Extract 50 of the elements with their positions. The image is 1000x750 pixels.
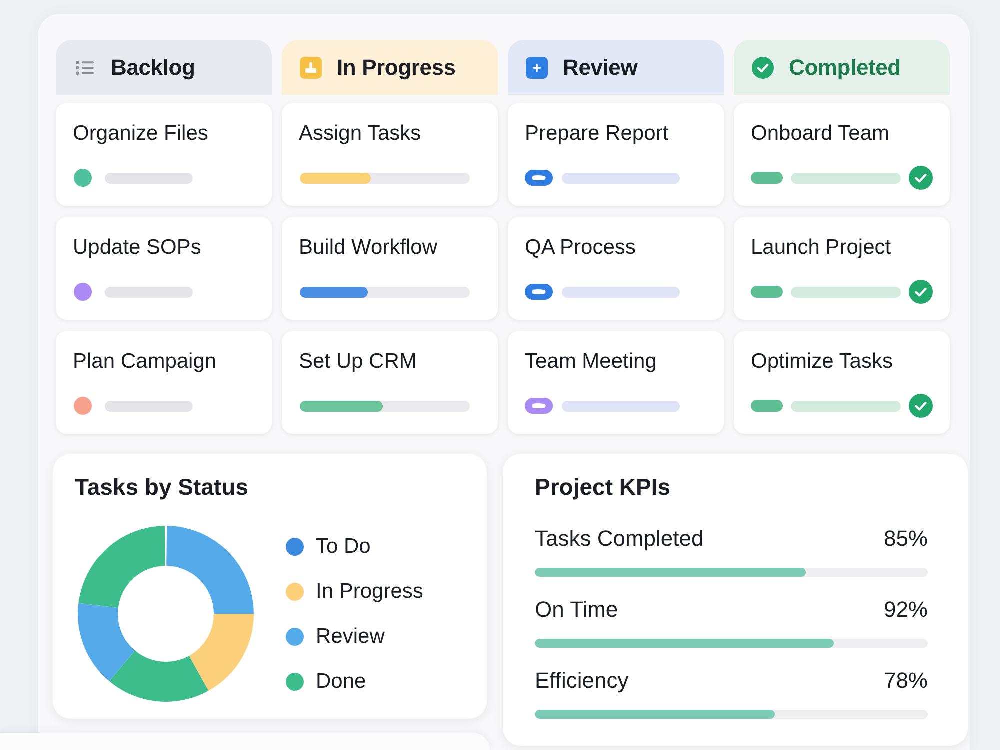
kpi-label: On Time [535, 597, 618, 623]
task-card[interactable]: Prepare Report [508, 103, 724, 206]
kpi-value: 78% [884, 668, 928, 694]
check-circle-icon [909, 394, 933, 418]
column-title: Review [563, 54, 638, 80]
card-title: Assign Tasks [299, 122, 422, 146]
column-title: Backlog [111, 54, 196, 80]
column-title: In Progress [337, 54, 456, 80]
card-title: Launch Project [751, 236, 892, 260]
card-title: Build Workflow [299, 236, 438, 260]
list-icon [76, 60, 94, 74]
card-title: QA Process [525, 236, 636, 260]
task-card[interactable]: Update SOPs [56, 217, 272, 320]
card-heading: Project KPIs [535, 474, 670, 501]
card-title: Onboard Team [751, 122, 890, 146]
plus-icon [526, 56, 548, 78]
task-card[interactable]: Onboard Team [734, 103, 950, 206]
card-title: Prepare Report [525, 122, 669, 146]
kpi-value: 85% [884, 526, 928, 552]
card-title: Update SOPs [73, 236, 202, 260]
card-title: Set Up CRM [299, 350, 417, 374]
card-title: Organize Files [73, 122, 208, 146]
task-card[interactable]: Optimize Tasks [734, 331, 950, 434]
card-title: Plan Campaign [73, 350, 217, 374]
task-card[interactable]: Launch Project [734, 217, 950, 320]
stamp-icon [300, 56, 322, 78]
card-heading: Tasks by Status [75, 474, 248, 501]
task-card[interactable]: QA Process [508, 217, 724, 320]
column-title: Completed [789, 54, 901, 80]
task-card[interactable]: Team Meeting [508, 331, 724, 434]
task-card[interactable]: Organize Files [56, 103, 272, 206]
task-card[interactable]: Set Up CRM [282, 331, 498, 434]
legend-label: Done [316, 670, 366, 694]
kpi-label: Efficiency [535, 668, 629, 694]
pill-icon [751, 172, 783, 184]
check-circle-icon [909, 166, 933, 190]
pill-icon [751, 400, 783, 412]
check-circle-icon [752, 56, 774, 78]
legend-label: In Progress [316, 580, 424, 604]
task-card[interactable]: Assign Tasks [282, 103, 498, 206]
task-card[interactable]: Build Workflow [282, 217, 498, 320]
kpi-label: Tasks Completed [535, 526, 704, 552]
check-circle-icon [909, 280, 933, 304]
card-title: Team Meeting [525, 350, 657, 374]
card-title: Optimize Tasks [751, 350, 893, 374]
pill-icon [751, 286, 783, 298]
legend-label: Review [316, 624, 385, 648]
legend-label: To Do [316, 534, 371, 558]
task-card[interactable]: Plan Campaign [56, 331, 272, 434]
kpi-value: 92% [884, 597, 928, 623]
